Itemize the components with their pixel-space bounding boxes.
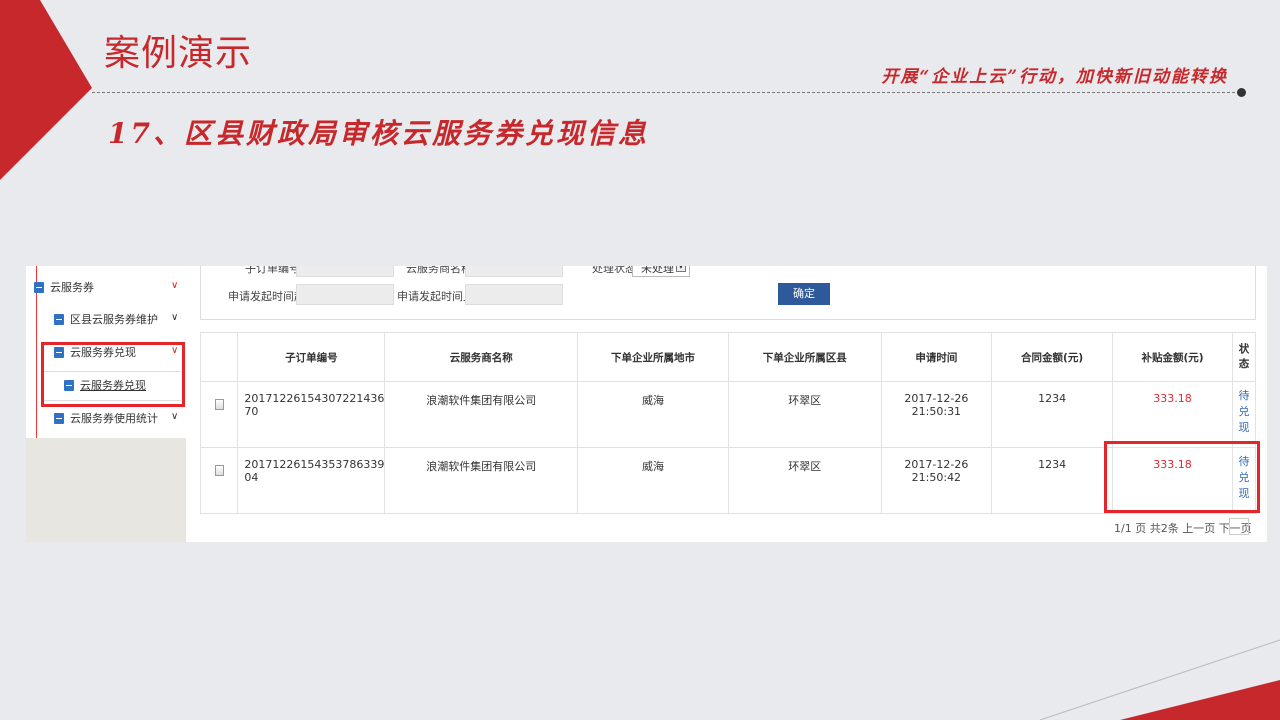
status-select[interactable]: 未处理 ▼ xyxy=(632,266,690,277)
sidebar: 云服务券 ∨ 区县云服务券维护 ∨ 云服务券兑现 ∨ 云服务券兑现 云服务券使用… xyxy=(26,266,186,542)
chevron-down-icon[interactable]: ∨ xyxy=(171,280,178,291)
chevron-down-icon[interactable]: ∨ xyxy=(171,411,178,422)
column-header[interactable]: 补贴金额(元) xyxy=(1111,332,1234,382)
sidebar-item-statistics[interactable]: 云服务券使用统计 xyxy=(54,409,158,427)
slide-slogan: 开展“企业上云”行动，加快新旧动能转换 xyxy=(881,67,1228,87)
confirm-button[interactable]: 确定 xyxy=(778,283,830,305)
city-cell: 威海 xyxy=(577,381,729,448)
divider xyxy=(92,92,1240,93)
sidebar-item-district-maintenance[interactable]: 区县云服务券维护 xyxy=(54,310,158,328)
subsidy-cell: 333.18 xyxy=(1111,381,1234,448)
folder-icon xyxy=(34,281,44,293)
column-header-status[interactable]: 状态 xyxy=(1232,332,1256,382)
time-cell: 2017-12-26 21:50:31 xyxy=(880,381,993,448)
sidebar-item-label: 云服务券使用统计 xyxy=(70,412,158,425)
sidebar-item-label: 云服务券 xyxy=(50,281,94,294)
sidebar-item-label: 区县云服务券维护 xyxy=(70,313,158,326)
column-header[interactable]: 子订单编号 xyxy=(237,332,386,382)
order-no-label: 子订单编号 xyxy=(245,266,300,275)
table-row[interactable]: 20171226154353786339 04 浪潮软件集团有限公司 威海 环翠… xyxy=(199,447,1256,514)
app-screenshot: 云服务券 ∨ 区县云服务券维护 ∨ 云服务券兑现 ∨ 云服务券兑现 云服务券使用… xyxy=(26,266,1267,542)
end-time-label: 申请发起时间止 xyxy=(397,290,474,303)
district-cell: 环翠区 xyxy=(727,447,882,514)
provider-label: 云服务商名称 xyxy=(406,266,472,275)
city-cell: 威海 xyxy=(577,447,729,514)
end-time-input[interactable] xyxy=(465,284,563,305)
chevron-down-icon[interactable]: ∨ xyxy=(171,312,178,323)
voucher-table: 子订单编号 云服务商名称 下单企业所属地市 下单企业所属区县 申请时间 合同金额… xyxy=(199,332,1256,514)
status-link[interactable]: 待兑现 xyxy=(1232,381,1256,448)
provider-cell: 浪潮软件集团有限公司 xyxy=(384,381,579,448)
column-header[interactable]: 下单企业所属区县 xyxy=(727,332,882,382)
dropdown-arrow-icon: ▼ xyxy=(676,266,686,272)
slide-title: 案例演示 xyxy=(104,33,253,74)
row-checkbox[interactable] xyxy=(214,465,224,476)
folder-icon xyxy=(54,313,64,325)
corner-decoration xyxy=(0,0,92,180)
provider-input[interactable] xyxy=(465,266,563,277)
highlight-box-subsidy xyxy=(1104,441,1260,513)
select-all-header xyxy=(199,332,239,382)
slide-subtitle: 17、区县财政局审核云服务券兑现信息 xyxy=(108,117,649,150)
order-no-cell: 20171226154307221436 70 xyxy=(237,381,386,448)
provider-cell: 浪潮软件集团有限公司 xyxy=(384,447,579,514)
status-select-value: 未处理 xyxy=(641,266,674,275)
order-no-cell: 20171226154353786339 04 xyxy=(237,447,386,514)
highlight-box-nav xyxy=(41,342,185,407)
column-header[interactable]: 下单企业所属地市 xyxy=(577,332,729,382)
start-time-label: 申请发起时间起 xyxy=(228,290,305,303)
contract-cell: 1234 xyxy=(991,381,1113,448)
status-label: 处理状态 xyxy=(592,266,636,275)
status-text: 待兑现 xyxy=(1238,389,1250,434)
sidebar-item-cloud-voucher[interactable]: 云服务券 xyxy=(34,278,94,296)
time-cell: 2017-12-26 21:50:42 xyxy=(880,447,993,514)
filter-form: 子订单编号 云服务商名称 处理状态 未处理 ▼ 申请发起时间起 申请发起时间止 … xyxy=(200,266,1256,320)
page-jump-input[interactable] xyxy=(1229,518,1249,535)
order-no-input[interactable] xyxy=(296,266,394,277)
district-cell: 环翠区 xyxy=(727,381,882,448)
column-header[interactable]: 合同金额(元) xyxy=(991,332,1113,382)
row-checkbox[interactable] xyxy=(214,399,224,410)
start-time-input[interactable] xyxy=(296,284,394,305)
table-row[interactable]: 20171226154307221436 70 浪潮软件集团有限公司 威海 环翠… xyxy=(199,381,1256,448)
divider-dot xyxy=(1237,88,1246,97)
column-header[interactable]: 申请时间 xyxy=(880,332,993,382)
corner-decoration-bottom xyxy=(1039,639,1280,720)
table-header-row: 子订单编号 云服务商名称 下单企业所属地市 下单企业所属区县 申请时间 合同金额… xyxy=(199,332,1256,382)
column-header[interactable]: 云服务商名称 xyxy=(384,332,579,382)
folder-icon xyxy=(54,412,64,424)
contract-cell: 1234 xyxy=(991,447,1113,514)
